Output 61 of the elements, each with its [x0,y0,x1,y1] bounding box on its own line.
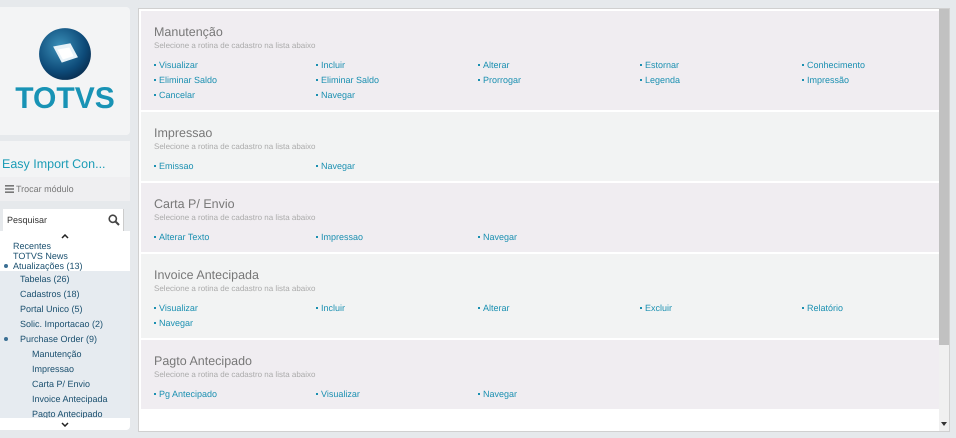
tree-item[interactable]: Invoice Antecipada [32,394,108,404]
section-title: Pagto Antecipado [154,354,253,368]
scroll-up-icon[interactable] [61,234,69,238]
routine-link[interactable]: Prorrogar [483,74,522,86]
menu-icon [5,185,14,193]
section-title: Manutenção [154,25,224,39]
section-subtitle: Selecione a rotina de cadastro na lista abaixo [154,284,316,293]
tree-item[interactable]: Portal Unico (5) [20,304,83,314]
section-title: Carta P/ Envio [154,197,236,211]
tree-item[interactable]: Impressao [32,364,74,374]
routine-link[interactable]: Conhecimento [807,59,866,71]
routine-link[interactable]: Visualizar [321,388,360,400]
globe-logo-icon [38,27,92,81]
routine-link[interactable]: Alterar Texto [159,231,210,243]
scrollbar-thumb[interactable] [939,9,949,345]
routine-link[interactable]: Estornar [645,59,680,71]
routine-link[interactable]: Visualizar [159,302,198,314]
tree-item[interactable]: Tabelas (26) [20,274,70,284]
routine-link[interactable]: Impressao [321,231,364,243]
section-subtitle: Selecione a rotina de cadastro na lista abaixo [154,41,316,50]
routine-link[interactable]: Navegar [159,317,194,329]
logo-text: TOTVS [15,83,115,115]
routine-link[interactable]: Eliminar Saldo [159,74,218,86]
scrollbar[interactable] [939,9,949,431]
routine-link[interactable]: Eliminar Saldo [321,74,380,86]
routine-link[interactable]: Visualizar [159,59,198,71]
section-title: Invoice Antecipada [154,268,260,282]
routine-link[interactable]: Alterar [483,302,510,314]
routine-link[interactable]: Alterar [483,59,510,71]
tree-item[interactable]: Pagto Antecipado [32,408,103,418]
routine-link[interactable]: Navegar [483,231,518,243]
routine-link[interactable]: Incluir [321,59,346,71]
tree-item[interactable]: Solic. Importacao (2) [20,318,104,328]
routine-link[interactable]: Legenda [645,74,680,86]
scroll-down-icon[interactable] [61,422,69,426]
routine-link[interactable]: Excluir [645,302,672,314]
search-icon [108,214,120,226]
routine-link[interactable]: Pg Antecipado [159,388,218,400]
routine-link[interactable]: Navegar [321,160,356,172]
section-subtitle: Selecione a rotina de cadastro na lista abaixo [154,213,316,222]
section-subtitle: Selecione a rotina de cadastro na lista abaixo [154,370,316,379]
routine-link[interactable]: Incluir [321,302,346,314]
routine-link[interactable]: Navegar [321,89,356,101]
routine-link[interactable]: Emissao [159,160,194,172]
tree-item[interactable]: Purchase Order (9) [20,334,98,344]
routine-link[interactable]: Navegar [483,388,518,400]
routine-link[interactable]: Impressão [807,74,850,86]
section-title: Impressao [154,126,214,140]
routine-link[interactable]: Cancelar [159,89,196,101]
routine-link[interactable]: Relatório [807,302,844,314]
tree-item[interactable]: Recentes [13,241,52,251]
tree-item[interactable]: TOTVS News [13,251,68,261]
tree-item[interactable]: Manutenção [32,348,82,358]
scroll-down-icon[interactable] [941,422,947,426]
tree-item[interactable]: Atualizações (13) [13,261,83,271]
module-title: Easy Import Con... [0,141,130,177]
tree-item[interactable]: Cadastros (18) [20,288,80,298]
section-subtitle: Selecione a rotina de cadastro na lista abaixo [154,142,316,151]
search-field[interactable]: Pesquisar [3,209,124,231]
switch-module-button[interactable]: Trocar módulo [0,177,130,201]
tree-item[interactable]: Carta P/ Envio [32,378,90,388]
